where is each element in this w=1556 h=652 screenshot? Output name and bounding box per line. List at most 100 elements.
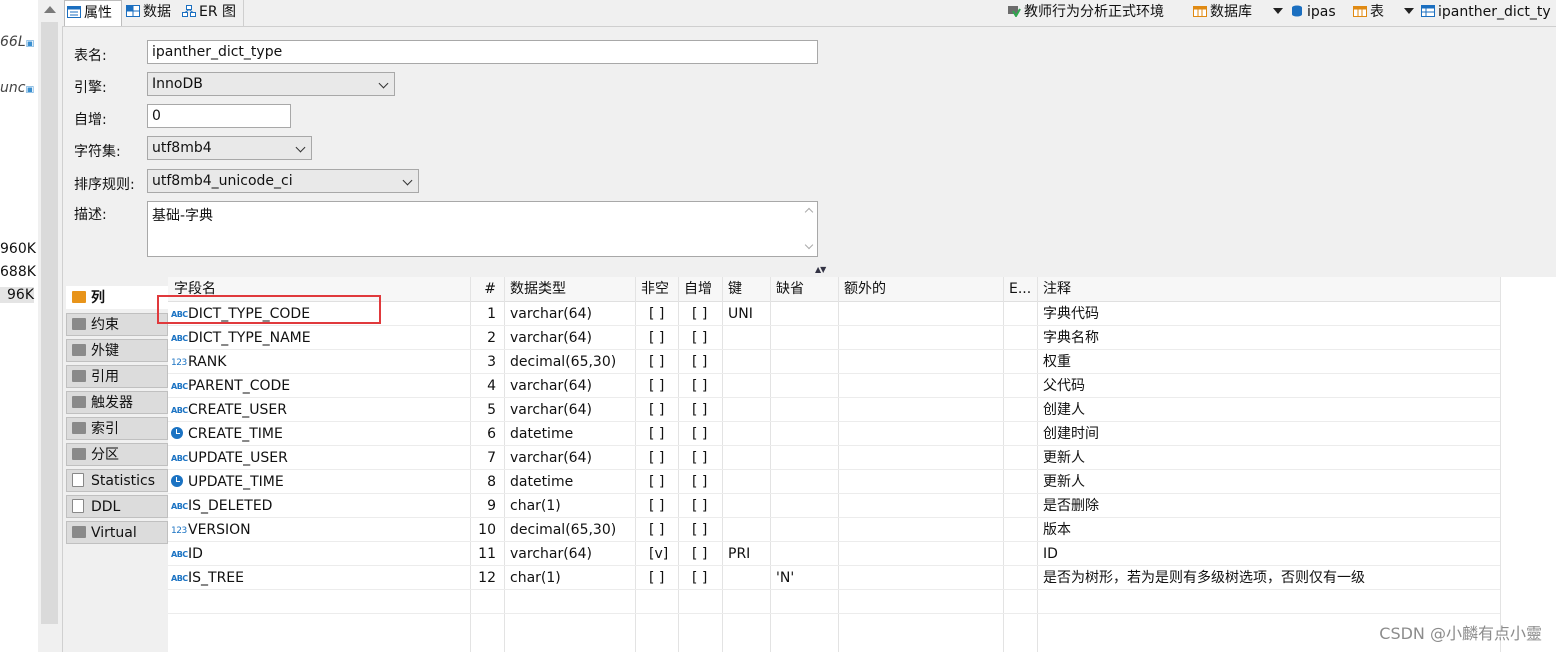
not-null-cell[interactable]: [ ] <box>635 566 678 590</box>
extra-cell[interactable] <box>838 302 1003 326</box>
extra-cell[interactable] <box>838 446 1003 470</box>
column-number-cell[interactable]: 5 <box>470 398 504 422</box>
scroll-up-icon[interactable] <box>804 207 814 217</box>
extra-cell[interactable] <box>838 350 1003 374</box>
key-header[interactable]: 键 <box>722 277 770 301</box>
not-null-header[interactable]: 非空 <box>635 277 678 301</box>
extra-cell[interactable] <box>838 470 1003 494</box>
table-row[interactable]: ABCID 11 varchar(64) [v][ ] PRI ID <box>168 542 1500 566</box>
column-name-cell[interactable]: UPDATE_TIME <box>168 470 470 494</box>
table-row[interactable]: ABCCREATE_USER 5 varchar(64)[ ][ ] 创建人 <box>168 398 1500 422</box>
column-name-cell[interactable]: 123VERSION <box>168 518 470 542</box>
breadcrumb-dropdown[interactable] <box>1404 0 1414 26</box>
breadcrumb-dropdown[interactable] <box>1273 0 1283 26</box>
table-row[interactable]: CREATE_TIME 6 datetime[ ][ ] 创建时间 <box>168 422 1500 446</box>
comment-cell[interactable]: 字典代码 <box>1037 302 1500 326</box>
data-type-header[interactable]: 数据类型 <box>504 277 635 301</box>
side-tab-references[interactable]: 引用 <box>66 365 168 388</box>
key-cell[interactable] <box>722 470 770 494</box>
navigator-scrollbar[interactable] <box>38 0 63 652</box>
extra-cell[interactable] <box>838 542 1003 566</box>
column-number-cell[interactable]: 10 <box>470 518 504 542</box>
default-cell[interactable] <box>770 350 838 374</box>
side-tab-ddl[interactable]: DDL <box>66 495 168 518</box>
default-cell[interactable]: 'N' <box>770 566 838 590</box>
column-name-cell[interactable]: ABCUPDATE_USER <box>168 446 470 470</box>
comment-header[interactable]: 注释 <box>1037 277 1500 301</box>
column-number-cell[interactable]: 4 <box>470 374 504 398</box>
side-tab-statistics[interactable]: Statistics <box>66 469 168 492</box>
not-null-cell[interactable]: [ ] <box>635 446 678 470</box>
charset-select[interactable]: utf8mb4 <box>147 136 312 160</box>
column-number-cell[interactable]: 3 <box>470 350 504 374</box>
data-type-cell[interactable]: decimal(65,30) <box>504 350 635 374</box>
extra-cell[interactable] <box>838 326 1003 350</box>
comment-cell[interactable]: 字典名称 <box>1037 326 1500 350</box>
data-type-cell[interactable]: varchar(64) <box>504 398 635 422</box>
expression-cell[interactable] <box>1003 518 1037 542</box>
key-cell[interactable]: PRI <box>722 542 770 566</box>
column-name-cell[interactable]: ABCIS_TREE <box>168 566 470 590</box>
column-divider[interactable] <box>470 277 471 652</box>
scroll-thumb[interactable] <box>41 22 58 624</box>
auto-increment-cell[interactable]: [ ] <box>678 494 722 518</box>
scroll-up-icon[interactable] <box>44 6 56 13</box>
not-null-cell[interactable]: [ ] <box>635 398 678 422</box>
nav-item[interactable]: unc▣ <box>0 80 34 96</box>
extra-cell[interactable] <box>838 566 1003 590</box>
comment-cell[interactable]: 是否删除 <box>1037 494 1500 518</box>
side-tab-virtual[interactable]: Virtual <box>66 521 168 544</box>
not-null-cell[interactable]: [ ] <box>635 326 678 350</box>
default-header[interactable]: 缺省 <box>770 277 838 301</box>
extra-cell[interactable] <box>838 518 1003 542</box>
auto-increment-cell[interactable]: [ ] <box>678 566 722 590</box>
table-row[interactable]: ABCIS_TREE 12 char(1)[ ][ ] 'N' 是否为树形，若为是则有多… <box>168 566 1500 590</box>
table-row[interactable]: ABCUPDATE_USER 7 varchar(64)[ ][ ] 更新人 <box>168 446 1500 470</box>
column-name-cell[interactable]: ABCIS_DELETED <box>168 494 470 518</box>
column-divider[interactable] <box>1500 277 1501 652</box>
side-tab-triggers[interactable]: 触发器 <box>66 391 168 414</box>
default-cell[interactable] <box>770 494 838 518</box>
auto-increment-cell[interactable]: [ ] <box>678 422 722 446</box>
expression-cell[interactable] <box>1003 350 1037 374</box>
column-number-cell[interactable]: 12 <box>470 566 504 590</box>
side-tab-partitions[interactable]: 分区 <box>66 443 168 466</box>
scroll-down-icon[interactable] <box>804 240 814 250</box>
key-cell[interactable] <box>722 446 770 470</box>
key-cell[interactable] <box>722 422 770 446</box>
auto-increment-input[interactable]: 0 <box>147 104 291 128</box>
default-cell[interactable] <box>770 374 838 398</box>
column-number-cell[interactable]: 2 <box>470 326 504 350</box>
extra-cell[interactable] <box>838 398 1003 422</box>
extra-cell[interactable] <box>838 374 1003 398</box>
not-null-cell[interactable]: [ ] <box>635 350 678 374</box>
key-cell[interactable] <box>722 494 770 518</box>
column-number-cell[interactable]: 8 <box>470 470 504 494</box>
side-tab-columns[interactable]: 列 <box>66 286 168 309</box>
auto-increment-cell[interactable]: [ ] <box>678 302 722 326</box>
column-divider[interactable] <box>770 277 771 652</box>
column-name-cell[interactable]: ABCCREATE_USER <box>168 398 470 422</box>
not-null-cell[interactable]: [ ] <box>635 302 678 326</box>
collation-select[interactable]: utf8mb4_unicode_ci <box>147 169 419 193</box>
extra-cell[interactable] <box>838 494 1003 518</box>
expression-cell[interactable] <box>1003 446 1037 470</box>
data-type-cell[interactable]: decimal(65,30) <box>504 518 635 542</box>
default-cell[interactable] <box>770 422 838 446</box>
column-number-cell[interactable]: 6 <box>470 422 504 446</box>
engine-select[interactable]: InnoDB <box>147 72 395 96</box>
expression-header[interactable]: E... <box>1003 277 1037 301</box>
column-number-cell[interactable]: 7 <box>470 446 504 470</box>
default-cell[interactable] <box>770 542 838 566</box>
not-null-cell[interactable]: [ ] <box>635 470 678 494</box>
table-name-input[interactable]: ipanther_dict_type <box>147 40 818 64</box>
key-cell[interactable] <box>722 566 770 590</box>
default-cell[interactable] <box>770 326 838 350</box>
auto-increment-header[interactable]: 自增 <box>678 277 722 301</box>
auto-increment-cell[interactable]: [ ] <box>678 374 722 398</box>
extra-header[interactable]: 额外的 <box>838 277 1003 301</box>
comment-cell[interactable]: 更新人 <box>1037 446 1500 470</box>
column-name-cell[interactable]: 123RANK <box>168 350 470 374</box>
expression-cell[interactable] <box>1003 422 1037 446</box>
data-type-cell[interactable]: datetime <box>504 422 635 446</box>
